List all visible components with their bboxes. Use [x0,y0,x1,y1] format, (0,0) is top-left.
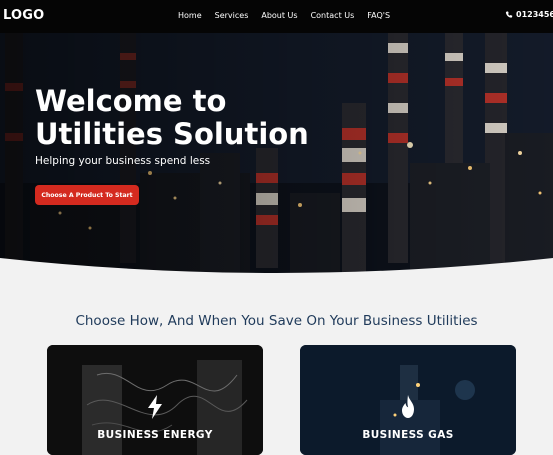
hero-title: Welcome to Utilities Solution [35,85,309,151]
section-title: Choose How, And When You Save On Your Bu… [75,313,478,329]
hero-curve-divider [0,258,553,280]
nav-contact-link[interactable]: Contact Us [311,11,355,20]
hero-title-line1: Welcome to [35,84,227,118]
business-gas-label: BUSINESS GAS [362,429,454,441]
top-navigation-bar: LOGO Home Services About Us Contact Us F… [0,0,553,33]
business-energy-card[interactable]: BUSINESS ENERGY [47,345,263,455]
nav-faq-link[interactable]: FAQ'S [367,11,390,20]
nav-services-link[interactable]: Services [215,11,249,20]
main-nav: Home Services About Us Contact Us FAQ'S [178,11,403,20]
choose-product-button[interactable]: Choose A Product To Start [35,185,139,205]
hero-title-line2: Utilities Solution [35,117,309,151]
phone-icon [505,10,513,18]
nav-about-link[interactable]: About Us [261,11,297,20]
business-gas-card[interactable]: BUSINESS GAS [300,345,516,455]
hero-subtitle: Helping your business spend less [35,155,211,167]
business-energy-label: BUSINESS ENERGY [97,429,213,441]
phone-link[interactable]: 01234567890 [505,10,553,19]
site-logo[interactable]: LOGO [3,8,44,23]
nav-home-link[interactable]: Home [178,11,202,20]
flame-icon [402,395,414,418]
phone-number: 01234567890 [516,10,553,19]
lightning-bolt-icon [148,395,162,419]
